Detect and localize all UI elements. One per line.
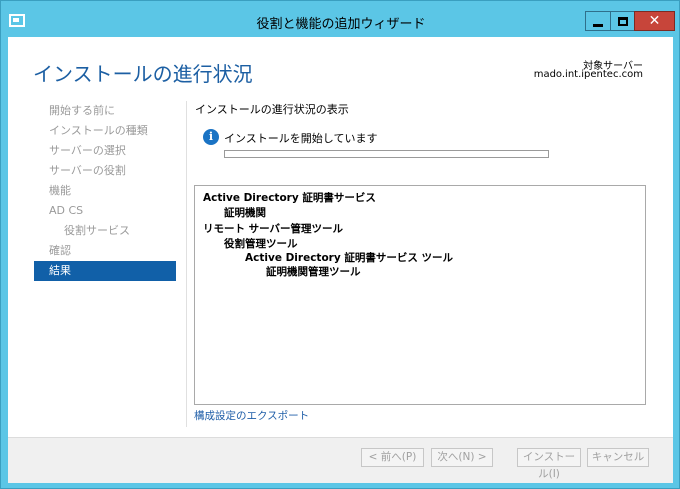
target-server-value: mado.int.ipentec.com — [533, 69, 643, 80]
window-title: 役割と機能の追加ウィザード — [256, 17, 426, 32]
results-list[interactable]: Active Directory 証明書サービス 証明機関 リモート サーバー管… — [194, 185, 646, 405]
minimize-button[interactable] — [585, 11, 611, 31]
nav-item-confirmation[interactable]: 確認 — [34, 241, 176, 261]
nav-item-before-you-begin[interactable]: 開始する前に — [34, 101, 176, 121]
nav-item-results[interactable]: 結果 — [34, 261, 176, 281]
close-icon: ✕ — [648, 13, 661, 29]
wizard-footer: < 前へ(P) 次へ(N) > インストール(I) キャンセル — [8, 437, 673, 483]
info-icon: i — [203, 129, 219, 145]
maximize-button[interactable] — [610, 11, 635, 31]
list-item: リモート サーバー管理ツール — [203, 223, 344, 235]
title-bar[interactable]: 役割と機能の追加ウィザード ✕ — [1, 1, 680, 37]
progress-heading: インストールの進行状況の表示 — [195, 103, 349, 116]
install-progress-bar — [224, 150, 549, 158]
wizard-header: インストールの進行状況 対象サーバー mado.int.ipentec.com — [8, 37, 673, 93]
nav-item-installation-type[interactable]: インストールの種類 — [34, 121, 176, 141]
page-title: インストールの進行状況 — [33, 62, 253, 86]
list-item: 役割管理ツール — [224, 238, 298, 250]
nav-item-server-selection[interactable]: サーバーの選択 — [34, 141, 176, 161]
previous-button[interactable]: < 前へ(P) — [361, 448, 424, 467]
nav-item-role-services[interactable]: 役割サービス — [34, 221, 176, 241]
list-item: 証明機関管理ツール — [266, 266, 361, 278]
nav-item-server-roles[interactable]: サーバーの役割 — [34, 161, 176, 181]
wizard-window: 役割と機能の追加ウィザード ✕ インストールの進行状況 対象サーバー mado.… — [0, 0, 680, 489]
cancel-button[interactable]: キャンセル — [587, 448, 649, 467]
status-text: インストールを開始しています — [224, 132, 378, 145]
minimize-icon — [593, 23, 603, 27]
nav-item-ad-cs[interactable]: AD CS — [34, 201, 176, 221]
list-item: Active Directory 証明書サービス ツール — [245, 252, 453, 264]
export-settings-link[interactable]: 構成設定のエクスポート — [194, 408, 309, 423]
close-button[interactable]: ✕ — [634, 11, 675, 31]
wizard-body: インストールの進行状況 対象サーバー mado.int.ipentec.com … — [8, 37, 673, 483]
list-item: Active Directory 証明書サービス — [203, 192, 376, 204]
install-button[interactable]: インストール(I) — [517, 448, 581, 480]
next-button[interactable]: 次へ(N) > — [431, 448, 493, 467]
maximize-icon — [617, 16, 628, 26]
wizard-nav: 開始する前に インストールの種類 サーバーの選択 サーバーの役割 機能 AD C… — [34, 101, 176, 281]
nav-item-features[interactable]: 機能 — [34, 181, 176, 201]
list-item: 証明機関 — [224, 207, 266, 219]
